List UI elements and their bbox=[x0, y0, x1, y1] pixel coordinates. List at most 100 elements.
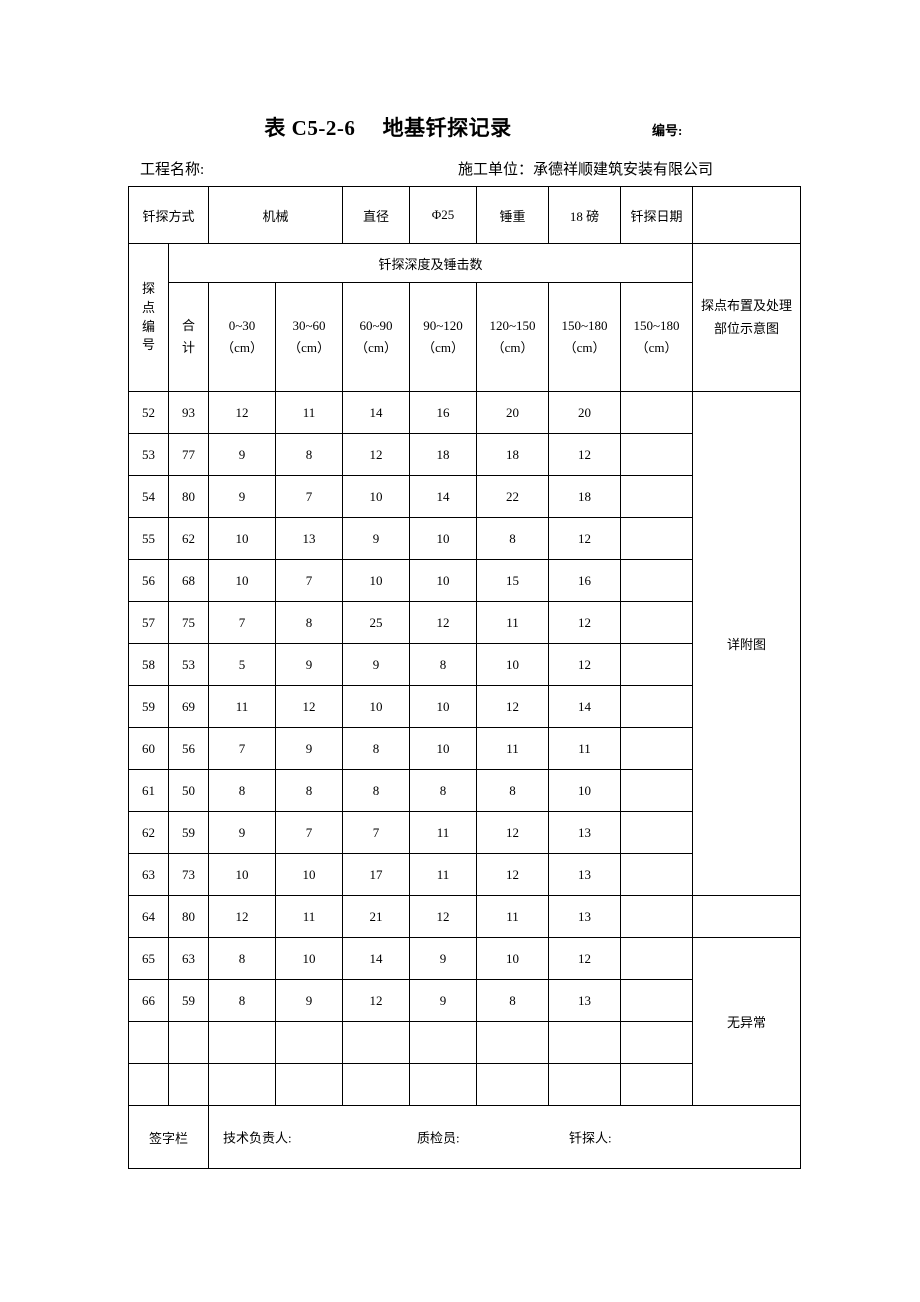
row-depth-2: 7 bbox=[342, 811, 411, 854]
row-depth-2: 14 bbox=[342, 391, 411, 434]
row-depth-0: 9 bbox=[208, 811, 277, 854]
row-depth-2: 10 bbox=[342, 559, 411, 602]
row-depth-1 bbox=[275, 1021, 344, 1064]
total-char-2: 计 bbox=[182, 340, 196, 355]
row-depth-5: 11 bbox=[548, 727, 622, 770]
row-depth-5: 13 bbox=[548, 895, 622, 938]
total-char-1: 合 bbox=[182, 317, 196, 333]
depth-range-0: 0~30 bbox=[228, 317, 256, 333]
row-point-no: 59 bbox=[128, 685, 169, 728]
row-depth-2: 10 bbox=[342, 475, 411, 518]
row-depth-2: 25 bbox=[342, 601, 411, 644]
row-depth-3: 14 bbox=[409, 475, 478, 518]
row-depth-5: 13 bbox=[548, 811, 622, 854]
depth-header-0-30: 0~30 （cm） bbox=[208, 282, 277, 392]
row-depth-1: 9 bbox=[275, 727, 344, 770]
row-depth-6 bbox=[620, 727, 694, 770]
probe-date-value bbox=[692, 186, 802, 244]
row-depth-6 bbox=[620, 517, 694, 560]
row-point-no: 66 bbox=[128, 979, 169, 1022]
row-depth-4 bbox=[476, 1063, 550, 1106]
depth-header-30-60: 30~60 （cm） bbox=[275, 282, 344, 392]
probe-method-label: 钎探方式 bbox=[127, 186, 210, 244]
row-depth-3: 12 bbox=[409, 895, 478, 938]
row-depth-1: 11 bbox=[275, 895, 344, 938]
table-row: 65 63 8 10 14 9 10 12 无异常 bbox=[128, 937, 802, 1106]
row-total: 93 bbox=[167, 391, 210, 434]
row-depth-5: 20 bbox=[548, 391, 622, 434]
point-number-char-1: 探 bbox=[141, 280, 155, 296]
row-depth-2 bbox=[342, 1021, 411, 1064]
row-total bbox=[167, 1021, 210, 1064]
row-depth-2: 10 bbox=[342, 685, 411, 728]
row-depth-0 bbox=[208, 1063, 277, 1106]
row-point-no: 63 bbox=[128, 853, 169, 896]
depth-range-2: 60~90 bbox=[359, 317, 393, 333]
row-depth-0: 5 bbox=[208, 643, 277, 686]
probe-record-table: 钎探方式 机械 直径 Φ25 锤重 18 磅 钎探日期 探 点 编 号 钎探深度… bbox=[127, 186, 802, 1169]
table-row: 64 80 12 11 21 12 11 13 bbox=[128, 895, 802, 938]
row-depth-6 bbox=[620, 643, 694, 686]
row-point-no: 56 bbox=[128, 559, 169, 602]
row-depth-3: 12 bbox=[409, 601, 478, 644]
row-depth-5: 14 bbox=[548, 685, 622, 728]
depth-header-120-150: 120~150 （cm） bbox=[476, 282, 550, 392]
row-depth-4: 20 bbox=[476, 391, 550, 434]
row-depth-1 bbox=[275, 1063, 344, 1106]
row-point-no bbox=[128, 1063, 169, 1106]
row-point-no: 60 bbox=[128, 727, 169, 770]
row-depth-1: 13 bbox=[275, 517, 344, 560]
row-depth-3: 8 bbox=[409, 643, 478, 686]
row-depth-6 bbox=[620, 601, 694, 644]
row-depth-4: 12 bbox=[476, 685, 550, 728]
row-depth-3: 10 bbox=[409, 559, 478, 602]
row-depth-0: 8 bbox=[208, 937, 277, 980]
row-depth-3: 16 bbox=[409, 391, 478, 434]
row-depth-5: 16 bbox=[548, 559, 622, 602]
row-depth-3: 9 bbox=[409, 937, 478, 980]
row-depth-4: 8 bbox=[476, 769, 550, 812]
row-depth-0: 8 bbox=[208, 979, 277, 1022]
document-number-label: 编号: bbox=[652, 123, 683, 138]
point-number-char-2: 点 bbox=[141, 299, 155, 315]
row-total: 56 bbox=[167, 727, 210, 770]
row-depth-4: 8 bbox=[476, 517, 550, 560]
row-depth-5 bbox=[548, 1021, 622, 1064]
row-depth-6 bbox=[620, 559, 694, 602]
row-depth-2 bbox=[342, 1063, 411, 1106]
row-depth-0: 11 bbox=[208, 685, 277, 728]
row-point-no: 52 bbox=[128, 391, 169, 434]
row-depth-1: 7 bbox=[275, 559, 344, 602]
row-point-no: 54 bbox=[128, 475, 169, 518]
probe-method-value: 机械 bbox=[208, 186, 344, 244]
row-depth-3: 18 bbox=[409, 433, 478, 476]
row-depth-2: 9 bbox=[342, 643, 411, 686]
row-depth-2: 8 bbox=[342, 769, 411, 812]
row-depth-0 bbox=[208, 1021, 277, 1064]
row-depth-5: 12 bbox=[548, 643, 622, 686]
row-depth-0: 8 bbox=[208, 769, 277, 812]
row-depth-4: 11 bbox=[476, 895, 550, 938]
depth-header-150-180-a: 150~180 （cm） bbox=[548, 282, 622, 392]
row-depth-6 bbox=[620, 811, 694, 854]
signature-label: 签字栏 bbox=[127, 1105, 210, 1169]
row-depth-0: 10 bbox=[208, 853, 277, 896]
row-depth-3: 10 bbox=[409, 685, 478, 728]
diagram-column-header: 探点布置及处理 部位示意图 bbox=[692, 243, 802, 392]
row-depth-5: 13 bbox=[548, 979, 622, 1022]
row-depth-6 bbox=[620, 475, 694, 518]
row-depth-3 bbox=[409, 1021, 478, 1064]
signature-fields: 技术负责人: 质检员: 钎探人: bbox=[208, 1105, 802, 1169]
row-total: 77 bbox=[167, 433, 210, 476]
row-depth-5: 12 bbox=[548, 937, 622, 980]
depth-unit-4: （cm） bbox=[491, 340, 534, 355]
depth-range-3: 90~120 bbox=[423, 317, 463, 333]
diameter-value: Φ25 bbox=[409, 186, 478, 244]
row-depth-1: 8 bbox=[275, 769, 344, 812]
prober-field: 钎探人: bbox=[569, 1130, 612, 1146]
note-block-1: 详附图 bbox=[692, 391, 802, 896]
construction-unit-label: 施工单位：承德祥顺建筑安装有限公司 bbox=[458, 162, 714, 178]
depth-range-6: 150~180 bbox=[633, 317, 680, 333]
row-depth-4: 8 bbox=[476, 979, 550, 1022]
row-point-no bbox=[128, 1021, 169, 1064]
